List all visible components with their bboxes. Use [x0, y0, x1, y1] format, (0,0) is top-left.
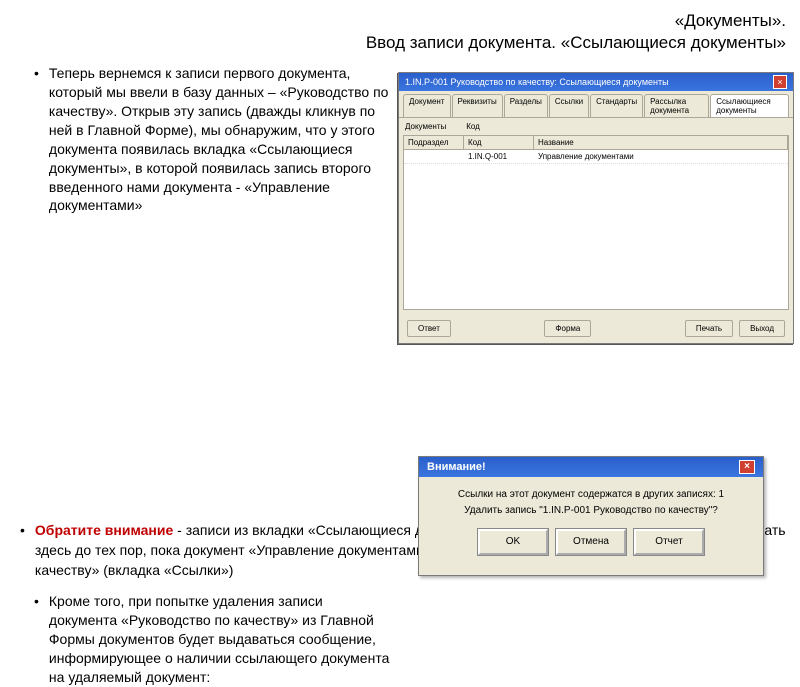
dialog-body: Ссылки на этот документ содержатся в дру… — [419, 477, 763, 563]
tab-row: Документ Реквизиты Разделы Ссылки Станда… — [399, 91, 793, 117]
cell-section — [404, 150, 464, 163]
ok-button[interactable]: OK — [478, 529, 548, 555]
header-line2: Ввод записи документа. «Ссылающиеся доку… — [14, 32, 786, 54]
page-header: «Документы». Ввод записи документа. «Ссы… — [0, 0, 800, 60]
paragraph-2: • Кроме того, при попытке удаления запис… — [14, 592, 394, 686]
warning-dialog: Внимание! × Ссылки на этот документ соде… — [418, 456, 764, 576]
dialog-titlebar: Внимание! × — [419, 457, 763, 477]
paragraph-1-text: Теперь вернемся к записи первого докумен… — [49, 64, 394, 215]
dialog-buttons: OK Отмена Отчет — [427, 519, 755, 555]
subheader-right: Код — [466, 122, 480, 131]
cell-name: Управление документами — [534, 150, 788, 163]
table-row[interactable]: 1.IN.Q-001 Управление документами — [404, 150, 788, 164]
subheader-left: Документы — [405, 122, 446, 131]
subheader: Документы Код — [399, 117, 793, 135]
tab-requisites[interactable]: Реквизиты — [452, 94, 503, 117]
dialog-title: Внимание! — [427, 461, 486, 473]
cell-code: 1.IN.Q-001 — [464, 150, 534, 163]
col-code: Код — [464, 136, 534, 149]
app-window: 1.IN.P-001 Руководство по качеству: Ссыл… — [398, 72, 794, 344]
col-name: Название — [534, 136, 788, 149]
bullet-icon: • — [20, 521, 25, 580]
tab-links[interactable]: Ссылки — [549, 94, 589, 117]
window-title: 1.IN.P-001 Руководство по качеству: Ссыл… — [405, 77, 669, 87]
grid-header: Подраздел Код Название — [403, 135, 789, 150]
header-line1: «Документы». — [14, 10, 786, 32]
dialog-line2: Удалить запись "1.IN.P-001 Руководство п… — [427, 503, 755, 519]
col-section: Подраздел — [404, 136, 464, 149]
exit-button[interactable]: Выход — [739, 320, 785, 337]
cancel-button[interactable]: Отмена — [556, 529, 626, 555]
print-button[interactable]: Печать — [685, 320, 733, 337]
grid-body: 1.IN.Q-001 Управление документами — [403, 150, 789, 310]
bullet-icon: • — [34, 592, 39, 686]
close-icon[interactable]: × — [773, 75, 787, 89]
dialog-line1: Ссылки на этот документ содержатся в дру… — [427, 487, 755, 503]
tab-standards[interactable]: Стандарты — [590, 94, 643, 117]
answer-button[interactable]: Ответ — [407, 320, 451, 337]
bullet-icon: • — [34, 64, 39, 215]
titlebar: 1.IN.P-001 Руководство по качеству: Ссыл… — [399, 73, 793, 91]
tab-document[interactable]: Документ — [403, 94, 451, 117]
attention-label: Обратите внимание — [35, 522, 173, 538]
paragraph-1: • Теперь вернемся к записи первого докум… — [14, 64, 394, 215]
paragraph-2-text: Кроме того, при попытке удаления записи … — [49, 592, 394, 686]
form-button[interactable]: Форма — [544, 320, 591, 337]
tab-references[interactable]: Ссылающиеся документы — [710, 94, 789, 117]
tab-sections[interactable]: Разделы — [504, 94, 548, 117]
tab-distribution[interactable]: Рассылка документа — [644, 94, 709, 117]
report-button[interactable]: Отчет — [634, 529, 704, 555]
close-icon[interactable]: × — [739, 460, 755, 474]
window-buttons: Ответ Форма Печать Выход — [399, 320, 793, 337]
